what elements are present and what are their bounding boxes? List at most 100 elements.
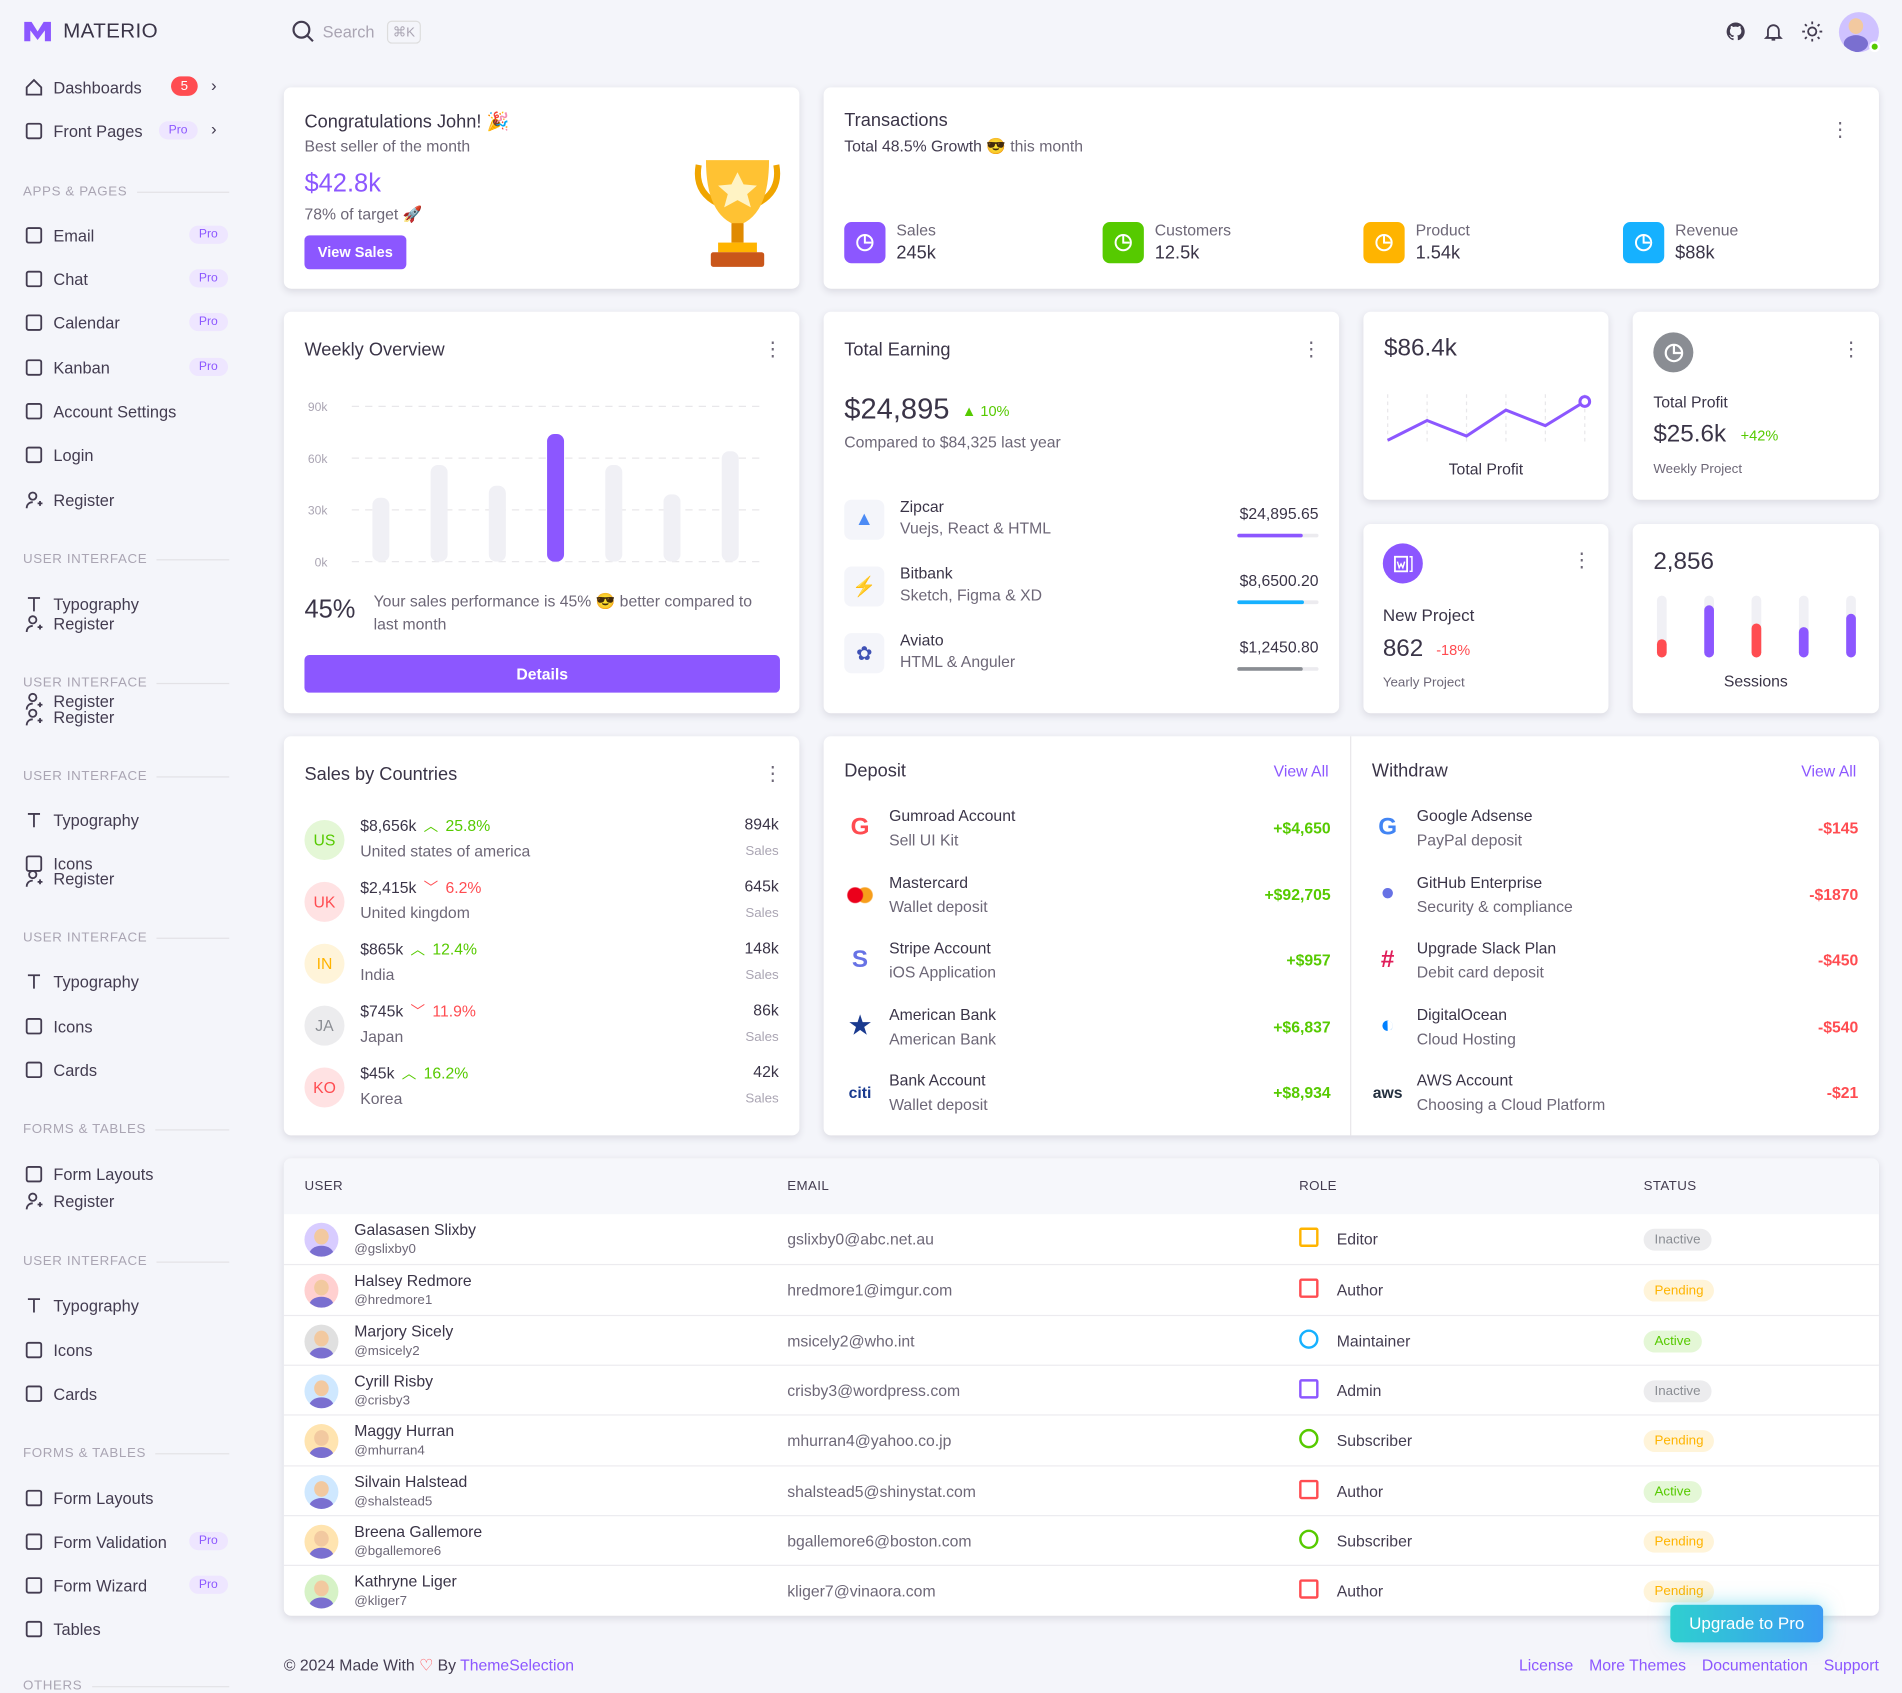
session-bar-track	[1704, 595, 1714, 658]
sidebar-item-typography[interactable]: Typography	[24, 1293, 139, 1317]
new-project-amount: 862	[1382, 635, 1424, 663]
citi-logo-icon: citi	[848, 1082, 872, 1101]
stat-text: Customers 12.5k	[1155, 221, 1231, 263]
sidebar-item-form-layouts[interactable]: Form Layouts	[24, 1162, 153, 1186]
sidebar-item-chat[interactable]: Chat	[24, 267, 88, 291]
chevron-up-icon: ︿	[401, 1065, 417, 1082]
table-row: Marjory Sicely @msicely2 msicely2@who.int M…	[283, 1314, 1879, 1364]
sidebar-item-form-wizard[interactable]: Form Wizard	[24, 1573, 147, 1597]
earning-progress-bar	[1237, 533, 1319, 538]
user-role: Admin	[1336, 1381, 1382, 1400]
details-button[interactable]: Details	[304, 655, 780, 693]
sidebar-item-email[interactable]: Email	[24, 223, 94, 247]
footer-links: License More Themes Documentation Suppor…	[1519, 1656, 1879, 1674]
brand-logo[interactable]: MATERIO	[23, 19, 158, 43]
pro-badge: Pro	[189, 312, 228, 332]
sidebar-item-register[interactable]: Register	[24, 1189, 114, 1213]
view-sales-button[interactable]: View Sales	[304, 235, 407, 270]
theme-sun-icon[interactable]	[1801, 21, 1823, 43]
chevron-right-icon[interactable]: ›	[211, 119, 217, 138]
pro-badge: Pro	[189, 225, 228, 244]
country-sales: 148k	[744, 938, 779, 958]
earning-progress-bar	[1237, 667, 1319, 671]
sidebar-item-register[interactable]: Register	[24, 611, 114, 635]
user-email: bgallemore6@boston.com	[787, 1531, 972, 1550]
sidebar-item-tables[interactable]: Tables	[24, 1617, 101, 1641]
more-options-icon[interactable]: ⋮	[1841, 340, 1860, 360]
country-name: India	[360, 965, 395, 984]
sidebar-item-typography[interactable]: Typography	[24, 969, 139, 993]
deposit-item-desc: Wallet deposit	[889, 1095, 988, 1114]
earning-item-name: Aviato	[900, 630, 944, 649]
more-options-icon[interactable]: ⋮	[1572, 551, 1591, 571]
sidebar-item-account-settings[interactable]: Account Settings	[24, 399, 176, 423]
total-profit-title: Total Profit	[1653, 393, 1728, 412]
stat-value: $88k	[1675, 242, 1715, 264]
table-icon	[25, 1620, 43, 1638]
github-icon[interactable]	[1725, 21, 1747, 43]
sales-by-countries-card: Sales by Countries ⋮ US $8,656k ︿ 25.8% Unit…	[283, 736, 800, 1136]
sidebar-item-typography[interactable]: Typography	[24, 808, 139, 832]
deposit-withdraw-card: Deposit View All Withdraw View All G Gumr…	[823, 736, 1879, 1136]
more-options-icon[interactable]: ⋮	[763, 765, 782, 784]
themeselection-link[interactable]: ThemeSelection	[460, 1656, 574, 1674]
sidebar-item-register[interactable]: Register	[24, 705, 114, 729]
sidebar-item-form-layouts[interactable]: Form Layouts	[24, 1486, 153, 1510]
table-row: Galasasen Slixby @gslixby0 gslixby0@abc.ne…	[284, 1214, 1879, 1264]
brand-name: MATERIO	[63, 19, 159, 43]
deposit-item-name: Gumroad Account	[889, 806, 1016, 825]
growth-text: Total 48.5% Growth	[844, 137, 982, 156]
sidebar-section-label: OTHERS	[23, 1679, 229, 1693]
sidebar-item-register[interactable]: Register	[24, 866, 114, 890]
pro-badge: Pro	[189, 269, 228, 288]
total-profit-change: +42%	[1740, 426, 1779, 444]
more-options-icon[interactable]: ⋮	[1302, 340, 1321, 360]
withdraw-item-amount: -$540	[1817, 1017, 1859, 1036]
country-name: Japan	[360, 1027, 404, 1046]
users-table: USER EMAIL ROLE STATUS Galasasen Slixby @gsli…	[283, 1158, 1879, 1616]
earning-item-name: Bitbank	[900, 564, 953, 583]
upgrade-to-pro-button[interactable]: Upgrade to Pro	[1670, 1604, 1824, 1643]
sidebar-item-register[interactable]: Register	[24, 488, 114, 512]
search-bar[interactable]: Search ⌘K	[291, 19, 422, 44]
more-options-icon[interactable]: ⋮	[1830, 121, 1849, 140]
pie-chart-icon	[1653, 332, 1694, 373]
sidebar-item-kanban[interactable]: Kanban	[24, 355, 110, 379]
congrats-title: Congratulations John! 🎉	[304, 111, 510, 133]
sidebar-item-cards[interactable]: Cards	[24, 1382, 97, 1406]
sidebar-item-icons[interactable]: Icons	[24, 1014, 93, 1038]
support-link[interactable]: Support	[1824, 1656, 1879, 1674]
deposit-view-all-link[interactable]: View All	[1274, 762, 1329, 780]
more-themes-link[interactable]: More Themes	[1589, 1656, 1686, 1674]
y-tick-label: 30k	[308, 504, 328, 518]
sidebar-item-dashboards[interactable]: Dashboards	[24, 75, 142, 99]
withdraw-item-desc: Security & compliance	[1416, 897, 1573, 916]
bar	[605, 465, 623, 562]
sidebar-item-calendar[interactable]: Calendar	[24, 311, 120, 335]
trophy-icon	[694, 160, 781, 267]
earning-item-amount: $24,895.65	[1239, 504, 1319, 523]
profit-amount: $86.4k	[1384, 334, 1457, 362]
sidebar-item-label: Register	[53, 869, 115, 888]
withdraw-view-all-link[interactable]: View All	[1801, 762, 1856, 780]
notification-badge: 5	[171, 76, 198, 96]
deposit-item-amount: +$92,705	[1264, 884, 1331, 904]
table-row: Maggy Hurran @mhurran4 mhurran4@yahoo.co.j…	[283, 1414, 1879, 1465]
sidebar-item-label: Form Wizard	[53, 1576, 148, 1595]
chevron-up-icon: ︿	[410, 941, 426, 959]
sidebar-item-login[interactable]: Login	[24, 443, 93, 467]
sidebar-item-label: Typography	[53, 972, 139, 991]
sidebar-item-cards[interactable]: Cards	[24, 1058, 97, 1082]
sidebar-item-icons[interactable]: Icons	[24, 1338, 93, 1362]
user-handle: @kliger7	[354, 1593, 408, 1609]
notification-bell-icon[interactable]	[1762, 21, 1784, 43]
layout-icon	[25, 1165, 43, 1183]
country-sales: 86k	[753, 1000, 779, 1019]
sidebar-item-front-pages[interactable]: Front Pages	[24, 119, 143, 143]
country-sales-label: Sales	[745, 906, 779, 921]
more-options-icon[interactable]: ⋮	[763, 340, 782, 360]
license-link[interactable]: License	[1519, 1656, 1573, 1674]
documentation-link[interactable]: Documentation	[1702, 1656, 1808, 1674]
chevron-right-icon[interactable]: ›	[211, 75, 217, 94]
sidebar-item-form-validation[interactable]: Form Validation	[24, 1530, 167, 1554]
